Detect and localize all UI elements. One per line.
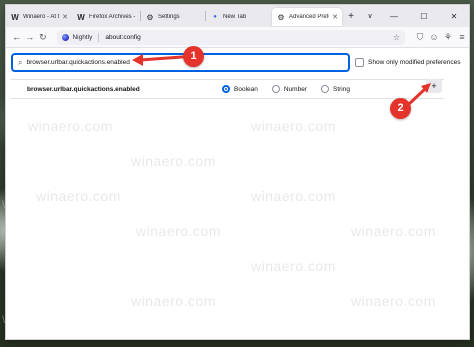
minimize-icon[interactable]: —: [379, 12, 409, 21]
toolbar-right: ⛉ ☺ ⚘ ≡: [413, 32, 469, 43]
list-all-tabs-icon[interactable]: ∨: [361, 12, 379, 20]
url-text[interactable]: about:config: [105, 34, 140, 41]
forward-arrow-icon[interactable]: →: [23, 32, 36, 42]
address-bar[interactable]: Nightly about:config ☆: [57, 29, 406, 45]
gear-icon: ⚙: [277, 12, 285, 22]
radio-label: Number: [283, 85, 307, 93]
winaero-favicon-icon: W: [77, 12, 85, 22]
radio-boolean[interactable]: Boolean: [222, 85, 258, 93]
navigation-toolbar: ← → ↻ Nightly about:config ☆ ⛉ ☺ ⚘ ≡: [6, 27, 469, 48]
maximize-icon[interactable]: ☐: [409, 12, 439, 21]
pocket-icon[interactable]: ⛉: [413, 32, 427, 43]
gear-icon: ⚙: [146, 12, 154, 22]
tab-winaero[interactable]: W Winaero - At the e ✕: [6, 8, 72, 26]
divider: [98, 32, 100, 42]
show-modified-label: Show only modified preferences: [368, 59, 461, 66]
tab-settings[interactable]: ⚙ Settings: [141, 8, 205, 26]
close-tab-icon[interactable]: ✕: [59, 13, 68, 21]
show-modified-toggle[interactable]: Show only modified preferences: [355, 58, 461, 67]
reload-icon[interactable]: ↻: [36, 32, 49, 43]
tab-firefox-archives[interactable]: W Firefox Archives - W: [72, 8, 140, 26]
new-tab-button[interactable]: +: [344, 11, 358, 22]
menu-icon[interactable]: ≡: [455, 32, 469, 43]
radio-checked-icon[interactable]: [222, 85, 230, 93]
radio-number[interactable]: Number: [271, 85, 307, 93]
search-input[interactable]: [26, 59, 327, 66]
close-icon[interactable]: ✕: [439, 12, 469, 21]
browser-window: W Winaero - At the e ✕ W Firefox Archive…: [5, 4, 470, 340]
window-controls: ∨ — ☐ ✕: [361, 5, 469, 27]
watermark: winaero.com: [351, 293, 436, 309]
tab-strip: W Winaero - At the e ✕ W Firefox Archive…: [6, 5, 469, 27]
preference-row: browser.urlbar.quickactions.enabled Bool…: [11, 79, 444, 99]
search-icon: ⌕: [18, 57, 23, 67]
watermark: winaero.com: [251, 118, 336, 134]
radio-unchecked-icon[interactable]: [271, 85, 280, 93]
checkbox[interactable]: [355, 58, 364, 67]
watermark: winaero.com: [131, 153, 216, 169]
tab-new-tab[interactable]: ● New Tab: [206, 8, 272, 26]
watermark: winaero.com: [28, 118, 113, 134]
firefox-icon: ●: [213, 14, 217, 20]
back-arrow-icon[interactable]: ←: [10, 32, 23, 42]
watermark: winaero.com: [251, 258, 336, 274]
annotation-marker-2: 2: [390, 98, 411, 119]
watermark: winaero.com: [136, 223, 221, 239]
winaero-favicon-icon: W: [11, 12, 19, 22]
annotation-marker-1: 1: [183, 46, 204, 67]
extensions-icon[interactable]: ⚘: [441, 32, 455, 43]
watermark: winaero.com: [351, 223, 436, 239]
preference-name: browser.urlbar.quickactions.enabled: [27, 85, 140, 93]
tab-title: Firefox Archives - W: [89, 14, 136, 20]
radio-label: Boolean: [234, 85, 258, 93]
tab-title: Winaero - At the e: [23, 14, 59, 20]
close-tab-icon[interactable]: ✕: [329, 13, 338, 21]
type-radio-group: Boolean Number String: [222, 80, 364, 98]
tab-title: Advanced Prefe: [289, 14, 330, 20]
tab-title: Settings: [158, 14, 180, 20]
browser-brand-label: Nightly: [72, 33, 93, 41]
add-preference-button[interactable]: +: [426, 79, 442, 93]
nightly-logo-icon: [62, 33, 70, 41]
radio-label: String: [332, 85, 350, 93]
watermark: winaero.com: [251, 188, 336, 204]
bookmark-star-icon[interactable]: ☆: [393, 33, 400, 42]
watermark: winaero.com: [36, 188, 121, 204]
radio-unchecked-icon[interactable]: [320, 85, 329, 93]
tab-advanced-preferences[interactable]: ⚙ Advanced Prefe ✕: [272, 8, 342, 26]
preference-search-box[interactable]: ⌕: [11, 53, 350, 72]
watermark: winaero.com: [131, 293, 216, 309]
about-config-page: ⌕ Show only modified preferences browser…: [6, 48, 469, 339]
radio-string[interactable]: String: [320, 85, 350, 93]
account-icon[interactable]: ☺: [427, 32, 441, 43]
tab-title: New Tab: [223, 14, 247, 20]
